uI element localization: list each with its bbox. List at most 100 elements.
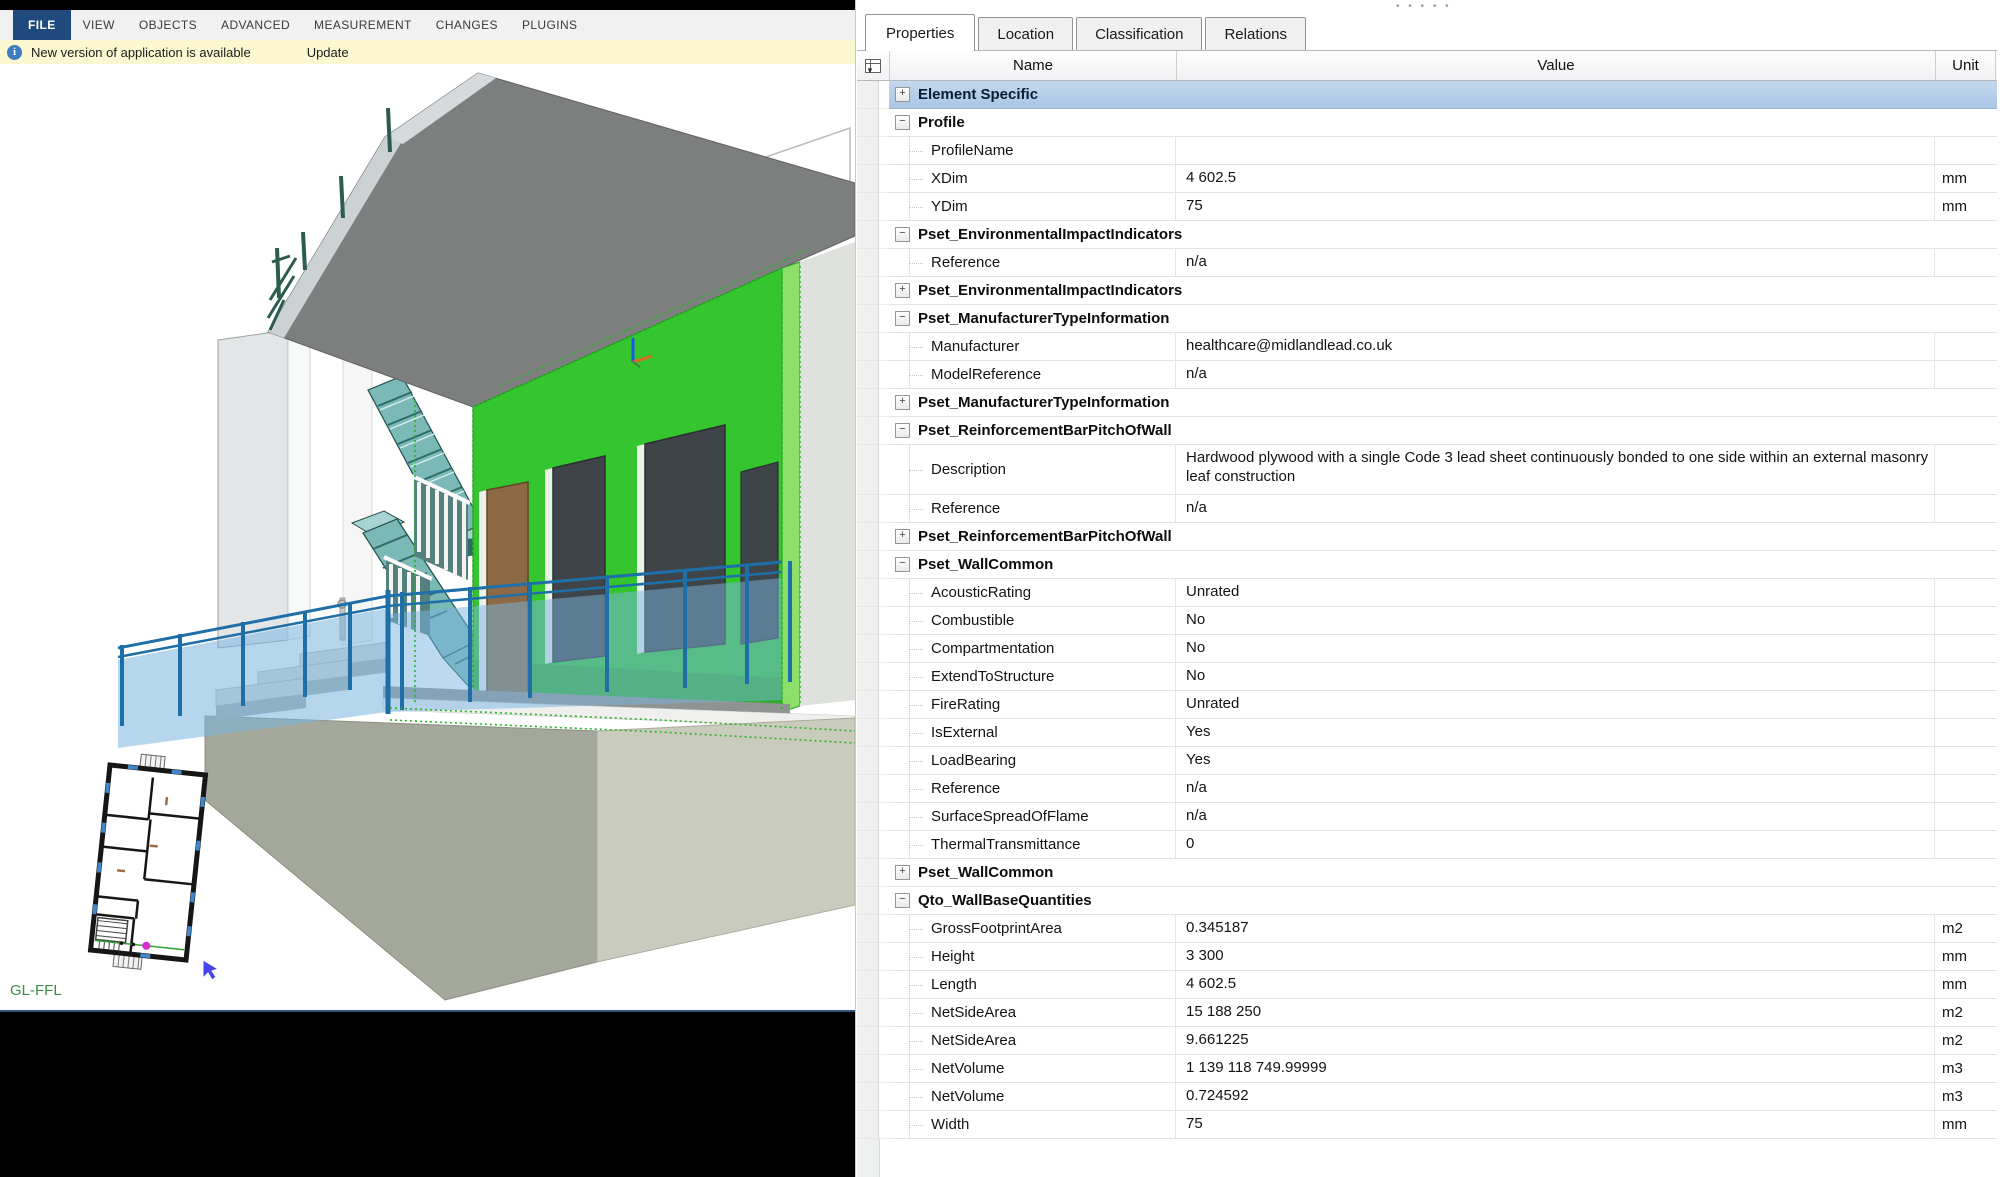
row-selector[interactable] bbox=[857, 607, 879, 635]
column-header-unit[interactable]: Unit bbox=[1936, 51, 1996, 80]
property-value[interactable]: n/a bbox=[1176, 495, 1935, 522]
row-selector[interactable] bbox=[857, 663, 879, 691]
row-selector[interactable] bbox=[857, 193, 879, 221]
row-selector[interactable] bbox=[857, 943, 879, 971]
collapse-icon[interactable]: − bbox=[895, 893, 910, 908]
floor-plan-minimap[interactable] bbox=[89, 751, 207, 974]
property-value[interactable]: 9.661225 bbox=[1176, 1027, 1935, 1054]
row-selector[interactable] bbox=[857, 915, 879, 943]
expand-icon[interactable]: + bbox=[895, 395, 910, 410]
pset-group-row[interactable]: −Pset_WallCommon bbox=[857, 551, 1997, 579]
row-selector[interactable] bbox=[857, 445, 879, 495]
row-selector[interactable] bbox=[857, 221, 879, 249]
property-row[interactable]: Length4 602.5mm bbox=[857, 971, 1997, 999]
pset-group-row[interactable]: −Pset_EnvironmentalImpactIndicators bbox=[857, 221, 1997, 249]
tab-location[interactable]: Location bbox=[978, 17, 1073, 50]
row-selector[interactable] bbox=[857, 249, 879, 277]
row-selector[interactable] bbox=[857, 775, 879, 803]
property-value[interactable]: Unrated bbox=[1176, 691, 1935, 718]
pset-group-row[interactable]: +Pset_WallCommon bbox=[857, 859, 1997, 887]
property-value[interactable]: 75 bbox=[1176, 193, 1935, 220]
pset-group-row[interactable]: −Pset_ManufacturerTypeInformation bbox=[857, 305, 1997, 333]
property-value[interactable]: 4 602.5 bbox=[1176, 165, 1935, 192]
property-value[interactable]: 15 188 250 bbox=[1176, 999, 1935, 1026]
row-selector[interactable] bbox=[857, 719, 879, 747]
row-selector[interactable] bbox=[857, 747, 879, 775]
property-value[interactable]: 1 139 118 749.99999 bbox=[1176, 1055, 1935, 1082]
property-value[interactable]: Hardwood plywood with a single Code 3 le… bbox=[1176, 445, 1935, 494]
property-row[interactable]: CombustibleNo bbox=[857, 607, 1997, 635]
pset-group-row[interactable]: −Profile bbox=[857, 109, 1997, 137]
splitter-handle[interactable]: • • • • • bbox=[1396, 1, 1452, 12]
row-selector[interactable] bbox=[857, 1055, 879, 1083]
property-row[interactable]: ThermalTransmittance0 bbox=[857, 831, 1997, 859]
row-selector[interactable] bbox=[857, 361, 879, 389]
property-row[interactable]: Manufacturerhealthcare@midlandlead.co.uk bbox=[857, 333, 1997, 361]
property-value[interactable]: n/a bbox=[1176, 249, 1935, 276]
property-row[interactable]: AcousticRatingUnrated bbox=[857, 579, 1997, 607]
property-row[interactable]: Width75mm bbox=[857, 1111, 1997, 1139]
row-selector[interactable] bbox=[857, 551, 879, 579]
tab-classification[interactable]: Classification bbox=[1076, 17, 1202, 50]
menu-item-plugins[interactable]: PLUGINS bbox=[510, 10, 589, 40]
row-selector[interactable] bbox=[857, 81, 879, 109]
collapse-icon[interactable]: − bbox=[895, 423, 910, 438]
menu-item-changes[interactable]: CHANGES bbox=[424, 10, 510, 40]
side-wall[interactable] bbox=[800, 242, 855, 706]
row-selector[interactable] bbox=[857, 1111, 879, 1139]
update-link[interactable]: Update bbox=[307, 45, 349, 60]
pset-group-row[interactable]: −Qto_WallBaseQuantities bbox=[857, 887, 1997, 915]
property-value[interactable]: No bbox=[1176, 635, 1935, 662]
row-selector[interactable] bbox=[857, 495, 879, 523]
row-selector[interactable] bbox=[857, 803, 879, 831]
row-selector[interactable] bbox=[857, 417, 879, 445]
row-selector[interactable] bbox=[857, 137, 879, 165]
property-row[interactable]: DescriptionHardwood plywood with a singl… bbox=[857, 445, 1997, 495]
collapse-icon[interactable]: − bbox=[895, 227, 910, 242]
property-row[interactable]: ModelReferencen/a bbox=[857, 361, 1997, 389]
viewport-3d[interactable] bbox=[0, 64, 855, 1012]
row-selector[interactable] bbox=[857, 887, 879, 915]
property-row[interactable]: NetVolume0.724592m3 bbox=[857, 1083, 1997, 1111]
property-value[interactable]: No bbox=[1176, 607, 1935, 634]
row-selector[interactable] bbox=[857, 1027, 879, 1055]
expand-icon[interactable]: + bbox=[895, 529, 910, 544]
property-row[interactable]: Referencen/a bbox=[857, 249, 1997, 277]
collapse-icon[interactable]: − bbox=[895, 557, 910, 572]
row-selector[interactable] bbox=[857, 691, 879, 719]
property-row[interactable]: GrossFootprintArea0.345187m2 bbox=[857, 915, 1997, 943]
property-row[interactable]: Referencen/a bbox=[857, 495, 1997, 523]
menu-item-objects[interactable]: OBJECTS bbox=[127, 10, 209, 40]
row-selector[interactable] bbox=[857, 635, 879, 663]
foundation-right-face[interactable] bbox=[597, 718, 855, 962]
collapse-icon[interactable]: − bbox=[895, 115, 910, 130]
property-value[interactable]: n/a bbox=[1176, 803, 1935, 830]
row-selector[interactable] bbox=[857, 999, 879, 1027]
property-row[interactable]: Referencen/a bbox=[857, 775, 1997, 803]
property-value[interactable]: Yes bbox=[1176, 719, 1935, 746]
row-selector[interactable] bbox=[857, 579, 879, 607]
column-options-icon[interactable]: ▼ bbox=[857, 51, 890, 80]
row-selector[interactable] bbox=[857, 1083, 879, 1111]
menu-item-measurement[interactable]: MEASUREMENT bbox=[302, 10, 424, 40]
row-selector[interactable] bbox=[857, 305, 879, 333]
property-row[interactable]: ExtendToStructureNo bbox=[857, 663, 1997, 691]
property-row[interactable]: LoadBearingYes bbox=[857, 747, 1997, 775]
property-value[interactable]: 3 300 bbox=[1176, 943, 1935, 970]
menu-item-advanced[interactable]: ADVANCED bbox=[209, 10, 302, 40]
property-value[interactable]: 0 bbox=[1176, 831, 1935, 858]
property-value[interactable]: healthcare@midlandlead.co.uk bbox=[1176, 333, 1935, 360]
property-row[interactable]: YDim75mm bbox=[857, 193, 1997, 221]
pset-group-row[interactable]: +Pset_ManufacturerTypeInformation bbox=[857, 389, 1997, 417]
row-selector[interactable] bbox=[857, 831, 879, 859]
row-selector[interactable] bbox=[857, 333, 879, 361]
property-row[interactable]: CompartmentationNo bbox=[857, 635, 1997, 663]
property-row[interactable]: NetVolume1 139 118 749.99999m3 bbox=[857, 1055, 1997, 1083]
property-row[interactable]: SurfaceSpreadOfFlamen/a bbox=[857, 803, 1997, 831]
property-value[interactable]: n/a bbox=[1176, 361, 1935, 388]
property-row[interactable]: FireRatingUnrated bbox=[857, 691, 1997, 719]
pset-group-row[interactable]: +Pset_ReinforcementBarPitchOfWall bbox=[857, 523, 1997, 551]
pset-group-row[interactable]: +Pset_EnvironmentalImpactIndicators bbox=[857, 277, 1997, 305]
expand-icon[interactable]: + bbox=[895, 865, 910, 880]
pset-group-row[interactable]: −Pset_ReinforcementBarPitchOfWall bbox=[857, 417, 1997, 445]
